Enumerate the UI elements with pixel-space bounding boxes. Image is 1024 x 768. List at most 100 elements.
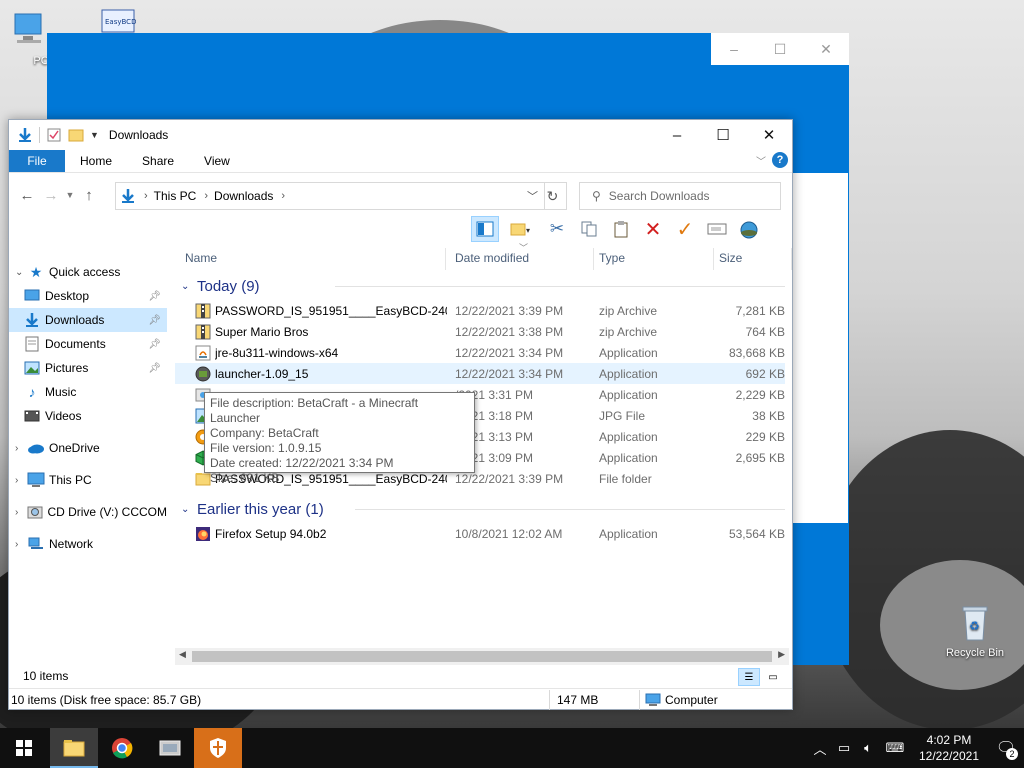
large-icons-view-icon[interactable]: ▭ <box>762 668 784 686</box>
nav-network[interactable]: › Network <box>9 532 167 556</box>
help-icon[interactable]: ? <box>772 152 788 168</box>
preview-pane-icon[interactable] <box>471 216 499 242</box>
collapsed-chevron-icon[interactable]: › <box>15 507 26 518</box>
minimize-button[interactable]: – <box>711 33 757 65</box>
new-folder-icon[interactable] <box>68 127 84 143</box>
up-arrow-icon[interactable]: ↑ <box>77 183 101 207</box>
taskbar-chrome[interactable] <box>98 728 146 768</box>
address-bar[interactable]: › This PC › Downloads › ﹀ <box>115 182 545 210</box>
close-button[interactable]: ✕ <box>803 33 849 65</box>
system-tray: ︿ ▭ 🔈︎ ⌨ 4:02 PM 12/22/2021 🗨︎ 2 <box>808 728 1024 768</box>
address-dropdown-icon[interactable]: ﹀ <box>527 188 538 204</box>
column-separator[interactable] <box>713 248 714 270</box>
computer-icon <box>645 693 661 706</box>
taskbar-file-explorer[interactable] <box>50 728 98 768</box>
checkmark-icon[interactable]: ✓ <box>671 216 699 242</box>
download-arrow-icon[interactable] <box>17 127 33 143</box>
music-icon: ♪ <box>28 384 36 400</box>
keyboard-icon[interactable]: ⌨ <box>880 740 910 756</box>
show-hidden-icons-icon[interactable]: ︿ <box>808 739 832 758</box>
expanded-chevron-icon[interactable]: ⌄ <box>15 267 27 278</box>
nav-item-videos[interactable]: Videos <box>9 404 167 428</box>
desktop-icon-recycle-bin[interactable]: ♻ Recycle Bin <box>940 602 1010 659</box>
volume-muted-icon[interactable]: 🔈︎ <box>856 740 880 756</box>
column-separator[interactable] <box>445 248 446 270</box>
column-separator[interactable] <box>593 248 594 270</box>
breadcrumb-separator[interactable]: › <box>281 190 285 202</box>
search-input[interactable]: ⚲ Search Downloads <box>579 182 781 210</box>
copy-icon[interactable] <box>575 216 603 242</box>
breadcrumb-this-pc[interactable]: This PC <box>154 189 197 203</box>
file-row[interactable]: launcher-1.09_15 12/22/2021 3:34 PM Applic… <box>175 363 785 384</box>
rename-icon[interactable] <box>703 216 731 242</box>
paste-icon[interactable] <box>607 216 635 242</box>
details-view-icon[interactable]: ☰ <box>738 668 760 686</box>
tab-view[interactable]: View <box>189 150 245 172</box>
nav-this-pc[interactable]: › This PC <box>9 468 167 492</box>
refresh-icon[interactable]: ↻ <box>539 182 567 210</box>
close-button[interactable]: ✕ <box>746 120 792 150</box>
nav-item-desktop[interactable]: Desktop 📌︎ <box>9 284 167 308</box>
chevron-down-icon[interactable]: ▼ <box>90 130 99 140</box>
view-options-icon[interactable]: ▾ <box>503 216 539 242</box>
breadcrumb-separator[interactable]: › <box>204 190 208 202</box>
file-row[interactable]: jre-8u311-windows-x64 12/22/2021 3:34 PM A… <box>175 342 785 363</box>
clock[interactable]: 4:02 PM 12/22/2021 <box>910 732 988 764</box>
scroll-left-icon[interactable]: ◀ <box>179 649 186 660</box>
network-status-icon[interactable]: ▭ <box>832 740 856 756</box>
collapsed-chevron-icon[interactable]: › <box>15 475 27 486</box>
expand-ribbon-icon[interactable]: ﹀ <box>756 153 766 168</box>
nav-item-downloads[interactable]: Downloads 📌︎ <box>9 308 167 332</box>
start-button[interactable] <box>0 728 48 768</box>
taskbar-security[interactable] <box>194 728 242 768</box>
breadcrumb-downloads[interactable]: Downloads <box>214 189 273 203</box>
group-collapse-icon[interactable]: ⌄ <box>181 281 195 292</box>
file-size: 53,564 KB <box>728 527 785 541</box>
file-row[interactable]: PASSWORD_IS_951951____EasyBCD-24023... 12… <box>175 300 785 321</box>
file-row[interactable]: Super Mario Bros 12/22/2021 3:38 PM zip Ar… <box>175 321 785 342</box>
scroll-right-icon[interactable]: ▶ <box>778 649 785 660</box>
nav-item-documents[interactable]: Documents 📌︎ <box>9 332 167 356</box>
globe-icon[interactable] <box>735 216 763 242</box>
tab-home[interactable]: Home <box>65 150 127 172</box>
recent-locations-icon[interactable]: ▼ <box>63 183 77 207</box>
download-arrow-icon <box>122 189 134 203</box>
column-header-type[interactable]: Type <box>599 251 625 265</box>
cut-icon[interactable]: ✂ <box>543 216 571 242</box>
column-header-size[interactable]: Size <box>719 251 742 265</box>
scrollbar-thumb[interactable] <box>192 651 772 662</box>
collapsed-chevron-icon[interactable]: › <box>15 443 27 454</box>
file-name: jre-8u311-windows-x64 <box>215 346 339 360</box>
nav-onedrive[interactable]: › OneDrive <box>9 436 167 460</box>
collapsed-chevron-icon[interactable]: › <box>15 539 27 550</box>
tooltip-line: File version: 1.0.9.15 <box>210 441 322 455</box>
back-arrow-icon[interactable]: ← <box>15 183 39 207</box>
nav-label: OneDrive <box>49 441 100 455</box>
notifications-icon[interactable]: 🗨︎ 2 <box>988 738 1024 760</box>
maximize-button[interactable]: ☐ <box>757 33 803 65</box>
file-row[interactable]: Firefox Setup 94.0b2 10/8/2021 12:02 AM Ap… <box>175 523 785 544</box>
horizontal-scrollbar[interactable]: ◀ ▶ <box>175 648 789 665</box>
breadcrumb-separator[interactable]: › <box>144 190 148 202</box>
nav-cd-drive[interactable]: › CD Drive (V:) CCCOM <box>9 500 167 524</box>
forward-arrow-icon[interactable]: → <box>39 183 63 207</box>
group-header-today[interactable]: ⌄ Today (9) <box>175 272 785 300</box>
delete-icon[interactable]: ✕ <box>639 216 667 242</box>
group-header-earlier[interactable]: ⌄ Earlier this year (1) <box>175 495 785 523</box>
nav-item-music[interactable]: ♪ Music <box>9 380 167 404</box>
group-label: Earlier this year (1) <box>197 500 324 518</box>
group-collapse-icon[interactable]: ⌄ <box>181 504 195 515</box>
file-explorer-window[interactable]: ▼ Downloads – ☐ ✕ File Home Share View ﹀… <box>8 119 793 710</box>
column-separator[interactable] <box>791 248 792 270</box>
minimize-button[interactable]: – <box>654 120 700 150</box>
tab-file[interactable]: File <box>9 150 65 172</box>
pin-icon: 📌︎ <box>148 338 161 350</box>
maximize-button[interactable]: ☐ <box>700 120 746 150</box>
column-header-name[interactable]: Name <box>185 251 217 265</box>
column-header-date[interactable]: Date modified <box>455 251 529 265</box>
tab-share[interactable]: Share <box>127 150 189 172</box>
taskbar-app[interactable] <box>146 728 194 768</box>
properties-icon[interactable] <box>46 127 62 143</box>
nav-item-pictures[interactable]: Pictures 📌︎ <box>9 356 167 380</box>
nav-quick-access[interactable]: ⌄ ★ Quick access <box>9 260 167 284</box>
